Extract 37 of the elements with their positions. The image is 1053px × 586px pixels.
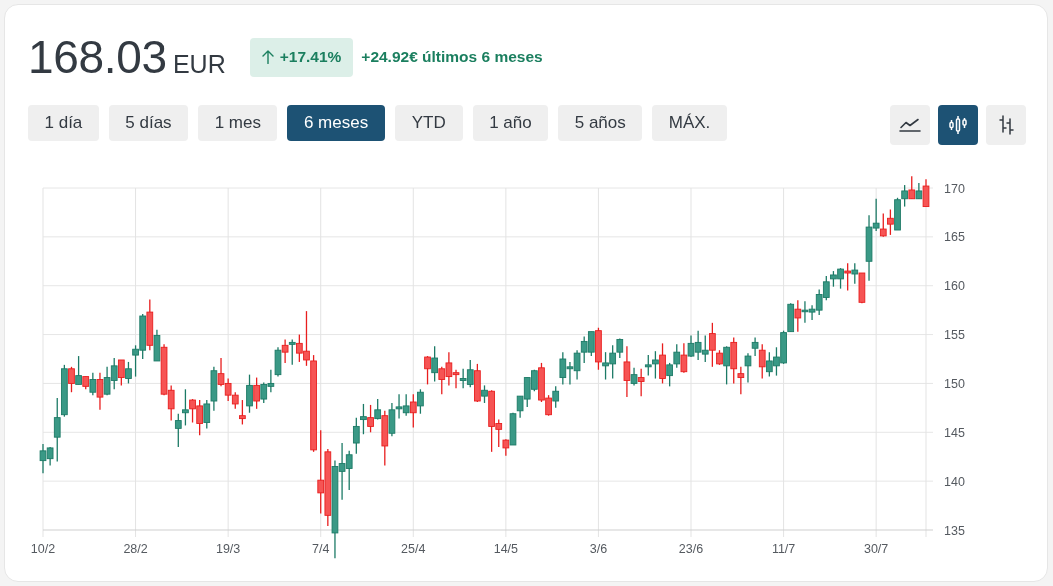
y-axis-label: 135 (944, 523, 965, 538)
range-tab[interactable]: 5 días (108, 105, 189, 141)
line-chart-icon (899, 118, 921, 132)
y-axis-label: 170 (944, 181, 965, 196)
x-axis-label: 7/4 (312, 541, 330, 556)
line-chart-button[interactable] (890, 105, 930, 145)
stock-price: 168.03 (28, 34, 167, 80)
x-axis-label: 28/2 (123, 541, 148, 556)
range-tab[interactable]: 1 mes (198, 105, 278, 141)
y-axis-label: 150 (944, 376, 965, 391)
y-axis-label: 160 (944, 279, 965, 294)
ohlc-bars-icon (997, 115, 1015, 135)
range-tab[interactable]: YTD (394, 105, 463, 141)
range-tab[interactable]: 6 meses (287, 105, 385, 141)
x-axis-label: 19/3 (215, 541, 241, 556)
arrow-up-icon (261, 50, 274, 64)
x-axis-label: 3/6 (589, 541, 608, 556)
x-axis-label: 30/7 (864, 541, 889, 556)
range-tab[interactable]: 1 año (472, 105, 549, 141)
x-axis-label: 25/4 (401, 541, 426, 556)
x-axis-label: 23/6 (678, 541, 704, 556)
y-axis-label: 140 (944, 474, 965, 489)
y-axis-label: 155 (944, 328, 965, 343)
y-axis-label: 165 (944, 230, 965, 245)
range-tab[interactable]: MÁX. (652, 105, 727, 141)
range-tab[interactable]: 5 años (558, 105, 643, 141)
ohlc-chart-button[interactable] (986, 105, 1026, 145)
range-tab[interactable]: 1 día (28, 105, 99, 141)
change-summary: +24.92€ últimos 6 meses (361, 48, 543, 66)
x-axis-label: 14/5 (493, 541, 519, 556)
candlestick-chart-button[interactable] (938, 105, 978, 145)
x-axis-label: 10/2 (30, 541, 56, 556)
change-percent: +17.41% (279, 48, 342, 66)
currency-label: EUR (172, 50, 226, 79)
candlestick-icon (948, 115, 968, 135)
y-axis-label: 145 (944, 425, 965, 440)
x-axis-label: 11/7 (771, 541, 796, 556)
